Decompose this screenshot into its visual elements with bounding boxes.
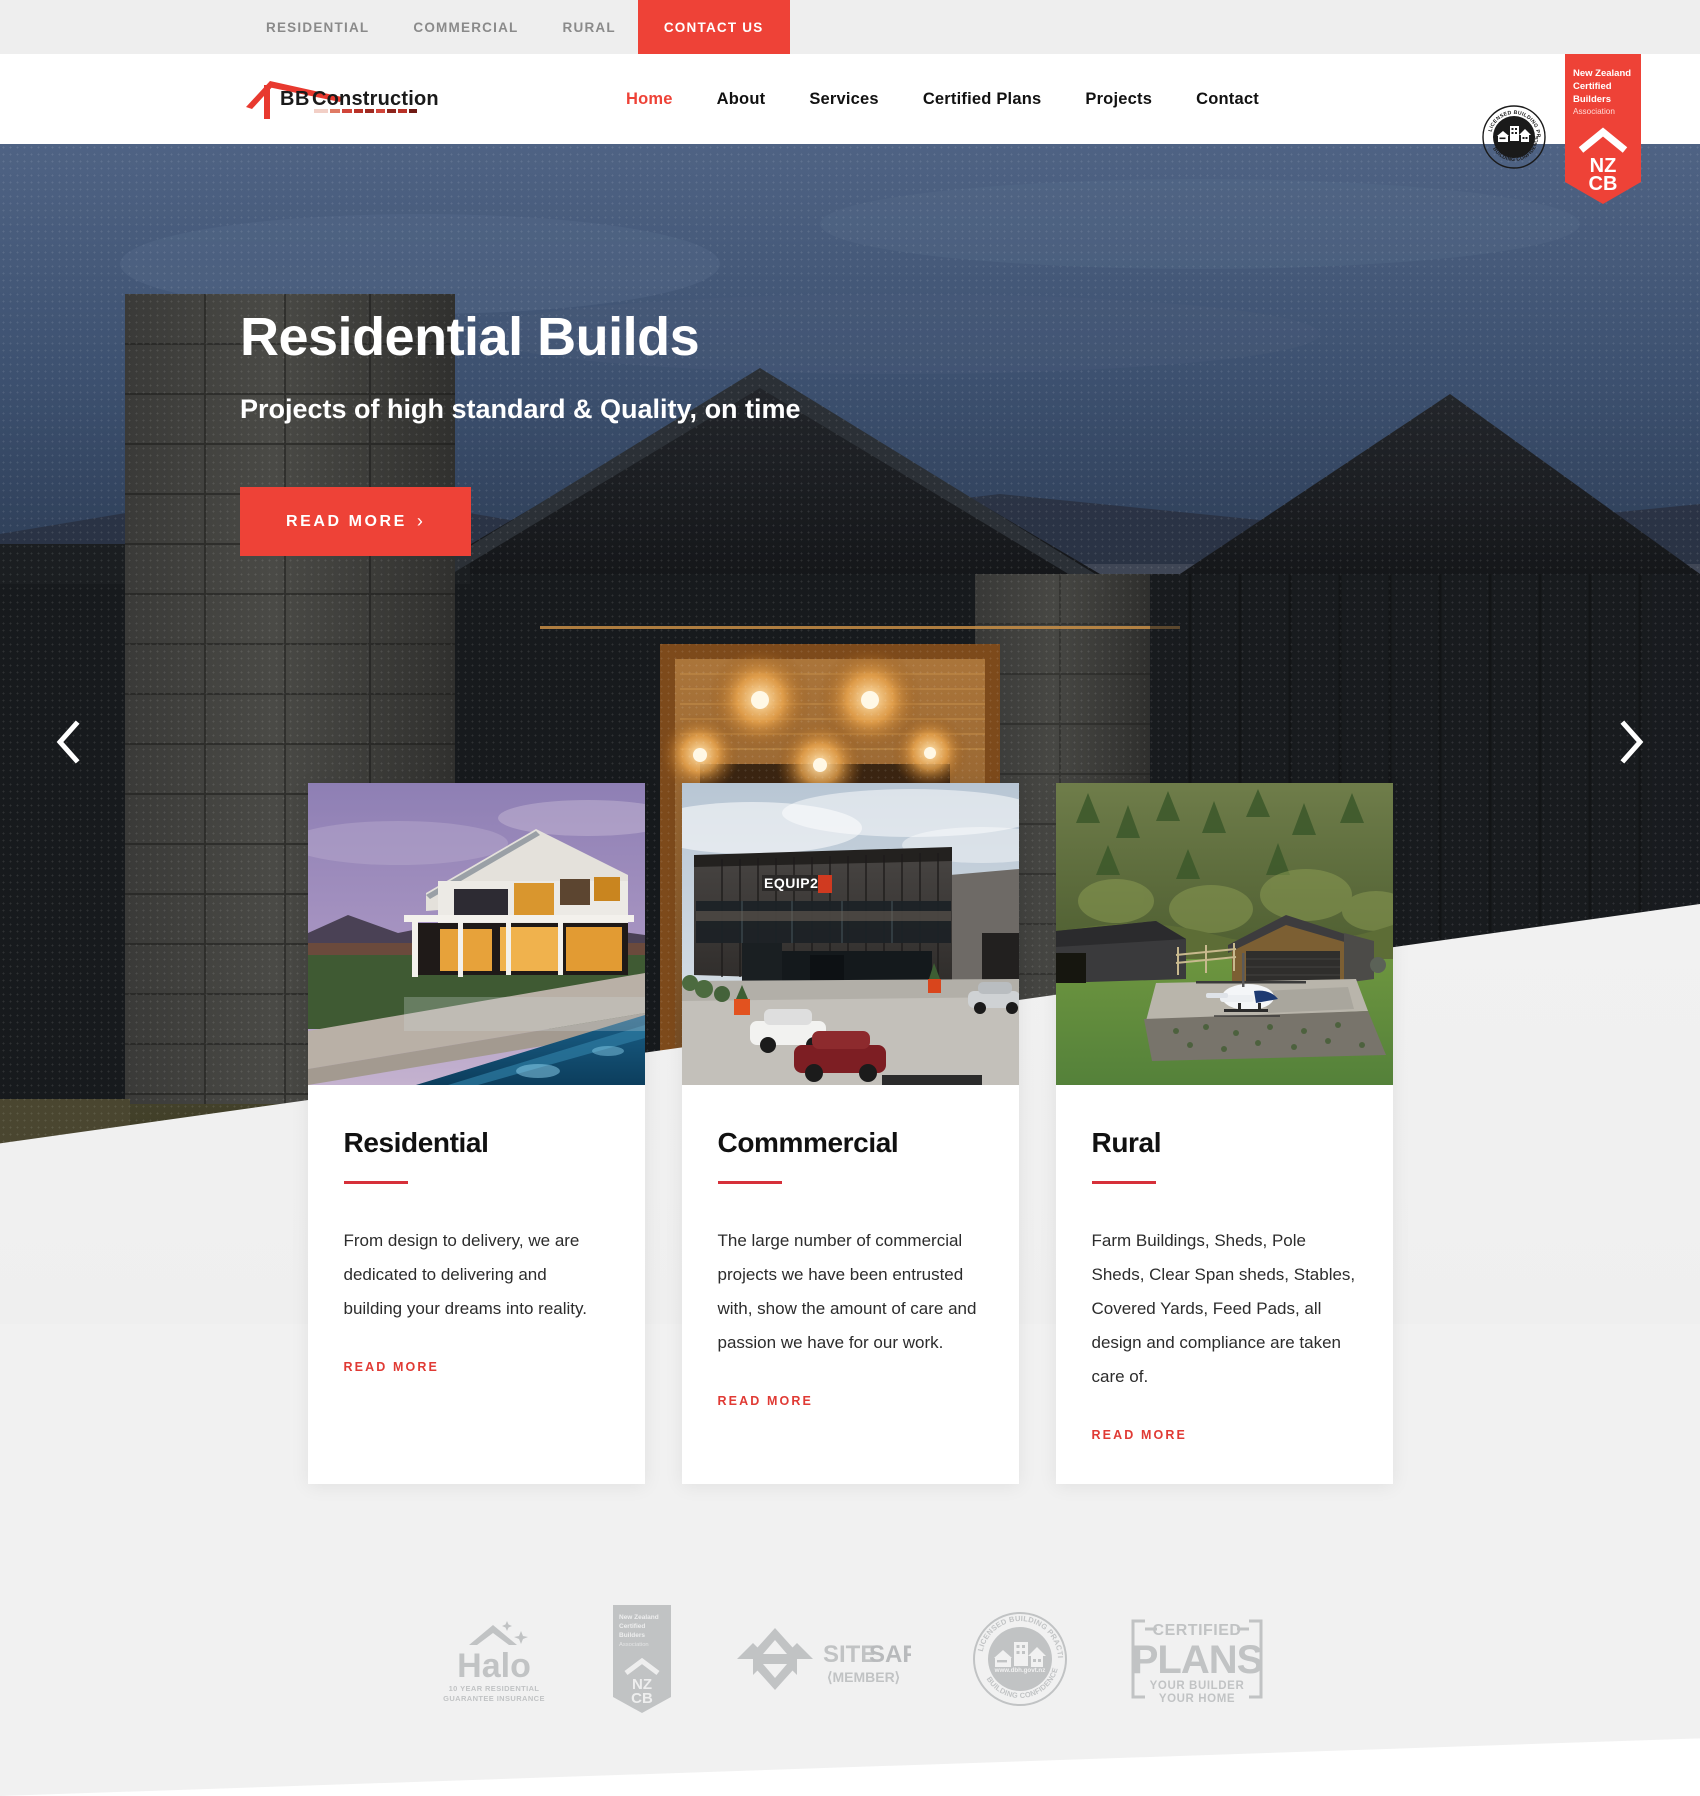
topnav-commercial[interactable]: COMMERCIAL xyxy=(391,0,540,54)
service-card-title-commercial: Commmercial xyxy=(717,1127,899,1158)
svg-text:CERTIFIED: CERTIFIED xyxy=(1153,1622,1242,1639)
service-card-image-residential xyxy=(307,783,645,1085)
svg-text:CB: CB xyxy=(1589,173,1618,195)
svg-text:YOUR BUILDER: YOUR BUILDER xyxy=(1150,1680,1245,1692)
svg-text:⟨MEMBER⟩: ⟨MEMBER⟩ xyxy=(827,1669,900,1685)
top-utility-bar: RESIDENTIAL COMMERCIAL RURAL CONTACT US xyxy=(0,0,1700,54)
service-card-read-more-residential[interactable]: READ MORE xyxy=(344,1360,440,1374)
svg-text:SAFE: SAFE xyxy=(869,1641,911,1668)
carousel-next-button[interactable] xyxy=(1609,719,1655,765)
service-card-title-rural: Rural xyxy=(1091,1127,1162,1158)
service-card-rule xyxy=(717,1181,782,1184)
header-badges: LICENSED BUILDING PRACTITIONER BUILDING … xyxy=(1479,54,1700,209)
main-navigation: Home About Services Certified Plans Proj… xyxy=(604,90,1281,109)
service-card-read-more-rural[interactable]: READ MORE xyxy=(1092,1428,1188,1442)
service-card-read-more-commercial[interactable]: READ MORE xyxy=(718,1394,814,1408)
partner-logo-nzcb: New Zealand Certified Builders Associati… xyxy=(613,1605,671,1713)
topnav-rural[interactable]: RURAL xyxy=(541,0,638,54)
lbp-badge-icon: LICENSED BUILDING PRACTITIONER BUILDING … xyxy=(1479,100,1547,175)
svg-text:New Zealand: New Zealand xyxy=(1573,68,1631,79)
chevron-right-icon xyxy=(1620,720,1644,764)
service-cards: Residential From design to delivery, we … xyxy=(0,783,1700,1484)
partner-logo-strip: Halo 10 YEAR RESIDENTIAL GUARANTEE INSUR… xyxy=(0,1605,1700,1713)
svg-text:www.dbh.govt.nz: www.dbh.govt.nz xyxy=(994,1667,1046,1674)
service-card-commercial[interactable]: EQUIP2 Commmercial The large number of c… xyxy=(681,783,1019,1484)
nav-certified-plans[interactable]: Certified Plans xyxy=(901,90,1064,109)
service-card-image-rural xyxy=(1055,783,1393,1085)
nav-home[interactable]: Home xyxy=(604,90,695,109)
svg-text:Construction: Construction xyxy=(312,88,439,110)
hero-title: Residential Builds xyxy=(240,307,700,367)
svg-text:Builders: Builders xyxy=(1573,94,1611,105)
svg-text:Association: Association xyxy=(1573,107,1615,116)
service-card-rule xyxy=(1091,1181,1156,1184)
service-card-text-commercial: The large number of commercial projects … xyxy=(717,1231,977,1352)
hero-content: Residential Builds Projects of high stan… xyxy=(240,307,860,557)
svg-text:YOUR HOME: YOUR HOME xyxy=(1159,1693,1235,1705)
partner-logo-halo: Halo 10 YEAR RESIDENTIAL GUARANTEE INSUR… xyxy=(435,1611,553,1707)
service-card-image-commercial: EQUIP2 xyxy=(681,783,1019,1085)
svg-text:Certified: Certified xyxy=(619,1623,645,1630)
svg-text:Association: Association xyxy=(619,1642,649,1648)
nav-contact[interactable]: Contact xyxy=(1174,90,1281,109)
svg-text:CB: CB xyxy=(631,1690,653,1707)
nav-projects[interactable]: Projects xyxy=(1063,90,1174,109)
svg-text:Halo: Halo xyxy=(457,1647,531,1685)
hero-read-more-button[interactable]: READ MORE › xyxy=(240,487,472,557)
svg-text:New Zealand: New Zealand xyxy=(619,1614,659,1621)
site-header: BB Construction Home About Services Cert… xyxy=(0,54,1700,204)
partner-logo-certified-plans: CERTIFIED PLANS YOUR BUILDER YOUR HOME xyxy=(1129,1611,1265,1707)
nav-services[interactable]: Services xyxy=(787,90,901,109)
chevron-left-icon xyxy=(56,720,80,764)
service-card-text-residential: From design to delivery, we are dedicate… xyxy=(343,1231,587,1318)
svg-text:10 YEAR RESIDENTIAL: 10 YEAR RESIDENTIAL xyxy=(449,1684,540,1693)
partner-logo-lbp: www.dbh.govt.nz LICENSED BUILDING PRACTI… xyxy=(971,1610,1069,1708)
service-card-rule xyxy=(343,1181,408,1184)
topnav-contact-us-button[interactable]: CONTACT US xyxy=(637,0,790,54)
carousel-prev-button[interactable] xyxy=(45,719,91,765)
nzcb-ribbon-badge: New Zealand Certified Builders Associati… xyxy=(1565,54,1641,209)
nav-about[interactable]: About xyxy=(695,90,788,109)
service-card-body-commercial: Commmercial The large number of commerci… xyxy=(682,1085,1019,1450)
service-card-body-residential: Residential From design to delivery, we … xyxy=(308,1085,645,1436)
partner-logo-sitesafe: SITE SAFE ⟨MEMBER⟩ xyxy=(731,1624,911,1694)
svg-text:Certified: Certified xyxy=(1573,81,1612,92)
hero-read-more-label: READ MORE xyxy=(286,512,407,530)
service-card-residential[interactable]: Residential From design to delivery, we … xyxy=(307,783,645,1484)
top-utility-bar-inner: RESIDENTIAL COMMERCIAL RURAL CONTACT US xyxy=(0,0,1700,54)
service-card-text-rural: Farm Buildings, Sheds, Pole Sheds, Clear… xyxy=(1091,1231,1356,1386)
service-card-rural[interactable]: Rural Farm Buildings, Sheds, Pole Sheds,… xyxy=(1055,783,1393,1484)
svg-text:BB: BB xyxy=(280,88,310,110)
svg-text:EQUIP2: EQUIP2 xyxy=(764,875,818,891)
svg-text:GUARANTEE INSURANCE: GUARANTEE INSURANCE xyxy=(443,1694,545,1703)
hero-subtitle: Projects of high standard & Quality, on … xyxy=(240,393,801,424)
chevron-right-icon: › xyxy=(416,511,426,532)
topnav-residential[interactable]: RESIDENTIAL xyxy=(244,0,391,54)
site-logo[interactable]: BB Construction xyxy=(244,75,444,123)
svg-text:PLANS: PLANS xyxy=(1132,1638,1263,1682)
service-card-title-residential: Residential xyxy=(343,1127,489,1158)
svg-text:Builders: Builders xyxy=(619,1632,645,1639)
service-card-body-rural: Rural Farm Buildings, Sheds, Pole Sheds,… xyxy=(1056,1085,1393,1484)
